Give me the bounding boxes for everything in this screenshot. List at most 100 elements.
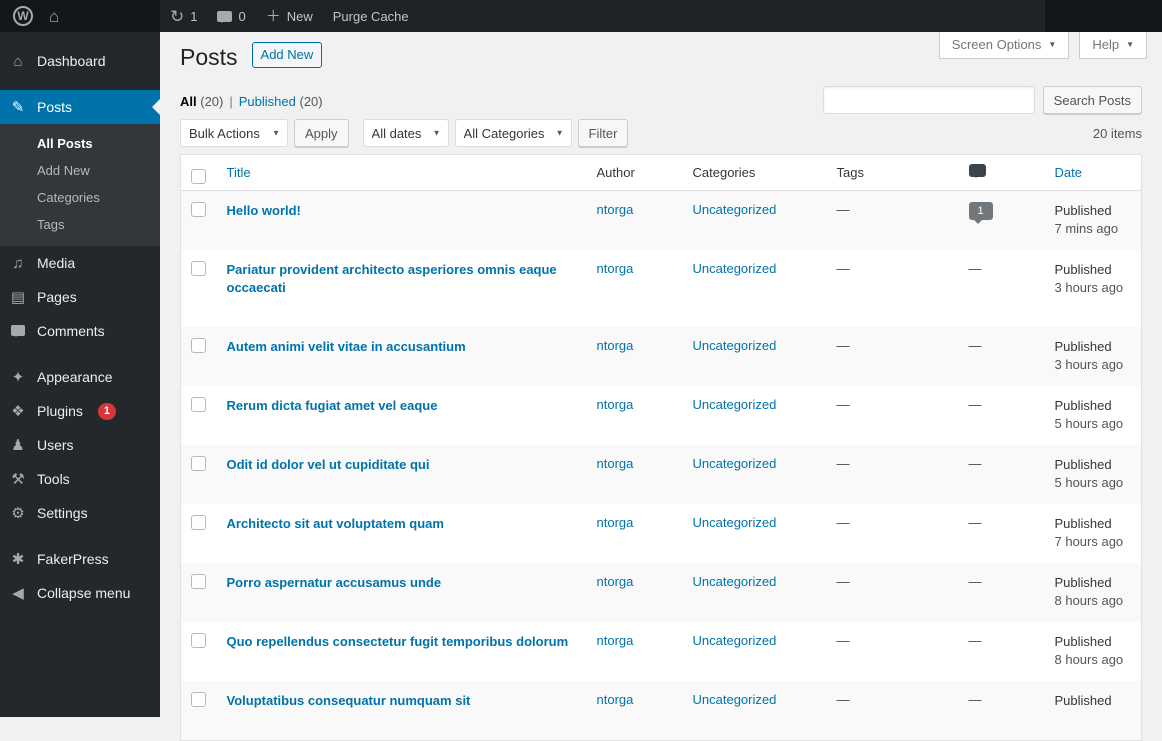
post-status: Published <box>1055 398 1112 413</box>
row-select-checkbox[interactable] <box>191 515 206 530</box>
comments-bubble-icon <box>217 11 232 22</box>
post-category-link[interactable]: Uncategorized <box>693 456 777 471</box>
post-title-link[interactable]: Odit id dolor vel ut cupiditate qui <box>227 456 430 474</box>
dashboard-icon: ⌂ <box>8 54 28 69</box>
post-title-link[interactable]: Architecto sit aut voluptatem quam <box>227 515 444 533</box>
select-all-checkbox[interactable] <box>191 169 206 184</box>
filter-button[interactable]: Filter <box>578 119 629 147</box>
table-row: Rerum dicta fugiat amet vel eaque ntorga U… <box>181 386 1142 445</box>
post-author-link[interactable]: ntorga <box>597 261 634 276</box>
post-comments-value: — <box>969 397 982 412</box>
comment-count-bubble[interactable]: 1 <box>969 202 993 220</box>
post-category-link[interactable]: Uncategorized <box>693 515 777 530</box>
post-author-link[interactable]: ntorga <box>597 633 634 648</box>
row-select-checkbox[interactable] <box>191 202 206 217</box>
dates-filter-select[interactable]: All dates <box>363 119 449 147</box>
purge-cache-button[interactable]: Purge Cache <box>323 0 419 32</box>
search-posts-button[interactable]: Search Posts <box>1043 86 1142 114</box>
home-icon: ⌂ <box>49 8 59 25</box>
post-author-link[interactable]: ntorga <box>597 338 634 353</box>
comments-count: 0 <box>238 9 245 24</box>
sidebar-item-pages[interactable]: ▤Pages <box>0 280 160 314</box>
sidebar-item-label: Settings <box>37 504 88 522</box>
post-category-link[interactable]: Uncategorized <box>693 633 777 648</box>
post-author-link[interactable]: ntorga <box>597 515 634 530</box>
settings-icon: ⚙ <box>8 506 28 521</box>
screen-options-button[interactable]: Screen Options ▼ <box>939 32 1070 59</box>
row-select-checkbox[interactable] <box>191 456 206 471</box>
sidebar-item-label: Pages <box>37 288 77 306</box>
filter-all-link[interactable]: All (20) <box>180 94 223 109</box>
row-select-checkbox[interactable] <box>191 397 206 412</box>
new-content-button[interactable]: ＋ New <box>256 0 323 32</box>
sidebar-item-tools[interactable]: ⚒Tools <box>0 462 160 496</box>
row-select-checkbox[interactable] <box>191 338 206 353</box>
post-title-link[interactable]: Porro aspernatur accusamus unde <box>227 574 442 592</box>
post-comments-value: — <box>969 261 982 276</box>
post-title-link[interactable]: Pariatur provident architecto asperiores… <box>227 261 577 297</box>
row-select-checkbox[interactable] <box>191 574 206 589</box>
post-author-link[interactable]: ntorga <box>597 692 634 707</box>
post-author-link[interactable]: ntorga <box>597 202 634 217</box>
sidebar-item-settings[interactable]: ⚙ Settings <box>0 496 160 530</box>
updates-icon: ↻ <box>170 8 184 25</box>
admin-bar-user-area[interactable] <box>1045 0 1162 32</box>
categories-filter-select[interactable]: All Categories <box>455 119 572 147</box>
sidebar-item-plugins[interactable]: ❖Plugins1 <box>0 394 160 428</box>
comments-indicator[interactable]: 0 <box>207 0 255 32</box>
post-title-link[interactable]: Quo repellendus consectetur fugit tempor… <box>227 633 569 651</box>
post-category-link[interactable]: Uncategorized <box>693 202 777 217</box>
sidebar-menu: ⌂Dashboard ✎Posts All PostsAdd NewCategori… <box>0 44 160 610</box>
sidebar-item-media[interactable]: ♫Media <box>0 246 160 280</box>
post-author-link[interactable]: ntorga <box>597 456 634 471</box>
search-input[interactable] <box>823 86 1035 114</box>
post-title-link[interactable]: Hello world! <box>227 202 301 220</box>
table-row: Pariatur provident architecto asperiores… <box>181 250 1142 327</box>
new-content-label: New <box>287 9 313 24</box>
post-category-link[interactable]: Uncategorized <box>693 574 777 589</box>
post-category-link[interactable]: Uncategorized <box>693 692 777 707</box>
row-actions-placeholder <box>227 533 577 552</box>
site-home-link[interactable]: ⌂ <box>46 0 62 32</box>
row-select-checkbox[interactable] <box>191 633 206 648</box>
post-category-link[interactable]: Uncategorized <box>693 261 777 276</box>
row-select-checkbox[interactable] <box>191 692 206 707</box>
post-tags-value: — <box>837 261 850 276</box>
post-title-link[interactable]: Rerum dicta fugiat amet vel eaque <box>227 397 438 415</box>
sidebar-item-posts[interactable]: ✎Posts <box>0 90 160 124</box>
post-category-link[interactable]: Uncategorized <box>693 338 777 353</box>
sidebar-item-dashboard[interactable]: ⌂Dashboard <box>0 44 160 78</box>
submenu-item-categories[interactable]: Categories <box>0 184 160 211</box>
submenu-item-all-posts[interactable]: All Posts <box>0 130 160 157</box>
post-author-link[interactable]: ntorga <box>597 397 634 412</box>
post-tags-value: — <box>837 338 850 353</box>
post-status: Published <box>1055 339 1112 354</box>
help-button[interactable]: Help ▼ <box>1079 32 1147 59</box>
post-title-link[interactable]: Voluptatibus consequatur numquam sit <box>227 692 471 710</box>
add-new-button[interactable]: Add New <box>252 42 323 68</box>
filter-published-link[interactable]: Published (20) <box>239 94 323 109</box>
sidebar-item-fakerpress[interactable]: ✱FakerPress <box>0 542 160 576</box>
updates-indicator[interactable]: ↻ 1 <box>160 0 207 32</box>
purge-cache-label: Purge Cache <box>333 9 409 24</box>
submenu-item-add-new[interactable]: Add New <box>0 157 160 184</box>
post-comments-value: — <box>969 456 982 471</box>
apply-button[interactable]: Apply <box>294 119 349 147</box>
sort-by-date[interactable]: Date <box>1055 165 1082 180</box>
post-category-link[interactable]: Uncategorized <box>693 397 777 412</box>
submenu-item-tags[interactable]: Tags <box>0 211 160 238</box>
sidebar-item-appearance[interactable]: ✦Appearance <box>0 360 160 394</box>
row-select-checkbox[interactable] <box>191 261 206 276</box>
filter-separator: | <box>229 94 232 109</box>
wordpress-logo[interactable]: W <box>10 0 36 32</box>
sidebar-item-comments[interactable]: Comments <box>0 314 160 348</box>
post-author-link[interactable]: ntorga <box>597 574 634 589</box>
post-comments-value: — <box>969 515 982 530</box>
sort-by-title[interactable]: Title <box>227 165 251 180</box>
table-row: Voluptatibus consequatur numquam sit ntor… <box>181 681 1142 741</box>
screen-options-label: Screen Options <box>952 37 1042 52</box>
sidebar-item-users[interactable]: ♟Users <box>0 428 160 462</box>
sidebar-item-collapse-menu[interactable]: ◀Collapse menu <box>0 576 160 610</box>
post-title-link[interactable]: Autem animi velit vitae in accusantium <box>227 338 466 356</box>
bulk-actions-select[interactable]: Bulk Actions <box>180 119 288 147</box>
